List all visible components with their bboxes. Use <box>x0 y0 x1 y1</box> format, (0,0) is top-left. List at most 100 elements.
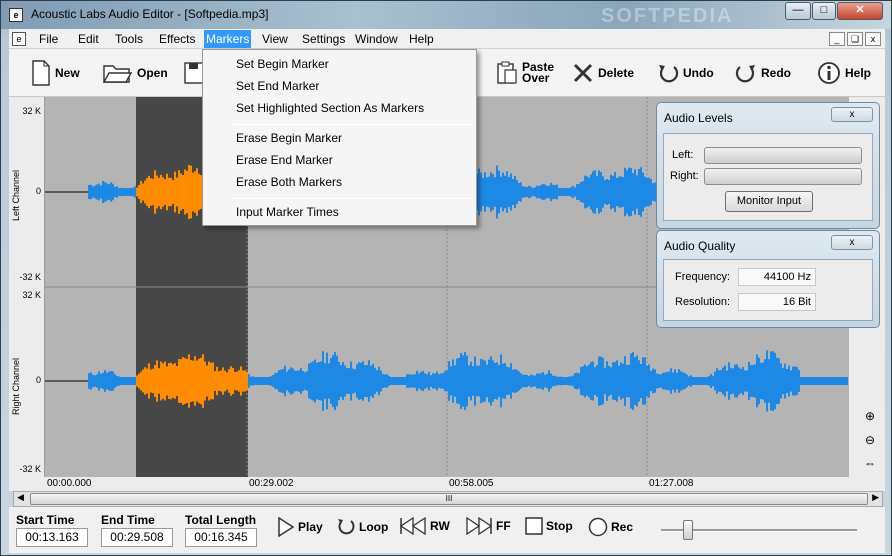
menu-file[interactable]: File <box>39 32 58 46</box>
monitor-input-button[interactable]: Monitor Input <box>725 191 813 212</box>
undo-button[interactable]: Undo <box>657 59 714 87</box>
start-time-group: Start Time 00:13.163 <box>16 513 88 547</box>
fast-forward-label: FF <box>496 519 511 533</box>
timeline-label: 00:29.002 <box>249 478 294 489</box>
end-time-field[interactable]: 00:29.508 <box>101 528 173 547</box>
horizontal-scrollbar[interactable]: ◀ III ▶ <box>13 491 883 507</box>
save-button[interactable] <box>184 59 204 87</box>
menu-settings[interactable]: Settings <box>302 32 345 46</box>
transport-bar: Start Time 00:13.163 End Time 00:29.508 … <box>9 507 885 553</box>
open-button[interactable]: Open <box>103 59 168 87</box>
paste-over-button[interactable]: Paste Over <box>496 59 554 87</box>
start-time-label: Start Time <box>16 513 75 527</box>
delete-x-icon <box>573 63 593 83</box>
menu-item-input-marker-times[interactable]: Input Marker Times <box>236 205 339 219</box>
rewind-button[interactable]: RW <box>399 517 450 535</box>
audio-levels-panel: Audio Levels x Left: Right: Monitor Inpu… <box>656 102 880 229</box>
audio-quality-close-button[interactable]: x <box>831 235 873 250</box>
markers-dropdown-menu: Set Begin Marker Set End Marker Set High… <box>202 49 477 226</box>
scroll-left-arrow-icon[interactable]: ◀ <box>17 492 24 503</box>
close-button[interactable]: ✕ <box>837 2 883 20</box>
frequency-field: 44100 Hz <box>738 268 816 286</box>
window-title: Acoustic Labs Audio Editor - [Softpedia.… <box>31 7 269 21</box>
redo-button[interactable]: Redo <box>735 59 791 87</box>
menu-edit[interactable]: Edit <box>78 32 99 46</box>
left-scale-mid: 0 <box>35 186 41 196</box>
timeline-label: 01:27.008 <box>649 478 694 489</box>
stop-button[interactable]: Stop <box>525 517 573 535</box>
new-label: New <box>55 66 80 80</box>
play-button[interactable]: Play <box>277 517 323 537</box>
menu-separator <box>233 198 473 199</box>
volume-slider-thumb[interactable] <box>683 520 693 540</box>
menu-window[interactable]: Window <box>355 32 398 46</box>
delete-button[interactable]: Delete <box>572 59 634 87</box>
right-level-label: Right: <box>670 170 699 182</box>
menu-tools[interactable]: Tools <box>115 32 143 46</box>
right-channel-label: Right Channel <box>11 357 21 415</box>
end-time-group: End Time 00:29.508 <box>101 513 173 547</box>
audio-levels-close-button[interactable]: x <box>831 107 873 122</box>
play-label: Play <box>298 520 323 534</box>
fast-forward-icon <box>466 517 493 535</box>
menu-item-set-begin-marker[interactable]: Set Begin Marker <box>236 57 329 71</box>
paste-icon <box>497 61 517 84</box>
timeline-label: 00:00.000 <box>47 478 92 489</box>
delete-label: Delete <box>598 66 635 80</box>
frequency-label: Frequency: <box>675 271 731 283</box>
record-button[interactable]: Rec <box>588 517 633 537</box>
total-length-field: 00:16.345 <box>185 528 257 547</box>
app-icon: e <box>9 8 23 22</box>
audio-quality-title: Audio Quality <box>664 239 736 253</box>
open-folder-icon <box>103 65 133 83</box>
right-scale-mid: 0 <box>35 375 41 385</box>
zoom-in-icon[interactable]: ⊕ <box>861 409 879 427</box>
record-label: Rec <box>611 520 634 534</box>
loop-icon <box>338 519 355 535</box>
fast-forward-button[interactable]: FF <box>465 517 511 535</box>
scroll-thumb[interactable]: III <box>30 493 868 505</box>
resolution-label: Resolution: <box>675 296 731 308</box>
menu-item-set-end-marker[interactable]: Set End Marker <box>236 79 319 93</box>
save-disk-icon <box>184 62 204 84</box>
start-time-field[interactable]: 00:13.163 <box>16 528 88 547</box>
left-channel-label: Left Channel <box>11 169 21 221</box>
menu-item-erase-begin-marker[interactable]: Erase Begin Marker <box>236 131 342 145</box>
right-level-meter <box>704 168 862 185</box>
scroll-right-arrow-icon[interactable]: ▶ <box>872 492 879 503</box>
menu-bar: e File Edit Tools Effects Markers View S… <box>9 29 885 49</box>
menu-item-set-highlighted-as-markers[interactable]: Set Highlighted Section As Markers <box>236 101 424 115</box>
open-label: Open <box>137 66 168 80</box>
audio-levels-body: Left: Right: Monitor Input <box>663 133 873 221</box>
stop-icon <box>525 517 543 535</box>
menu-view[interactable]: View <box>262 32 288 46</box>
mdi-restore-button[interactable]: ❏ <box>847 32 863 46</box>
left-scale-bottom: -32 K <box>19 272 41 282</box>
menu-separator <box>233 124 473 125</box>
menu-item-erase-both-markers[interactable]: Erase Both Markers <box>236 175 342 189</box>
mdi-close-button[interactable]: x <box>865 32 881 46</box>
timeline-ruler: 00:00.000 00:29.002 00:58.005 01:27.008 <box>9 477 885 491</box>
zoom-fit-icon[interactable]: ⇔ <box>861 456 879 474</box>
menu-item-erase-end-marker[interactable]: Erase End Marker <box>236 153 333 167</box>
menu-help[interactable]: Help <box>409 32 434 46</box>
help-button[interactable]: Help <box>817 59 871 87</box>
watermark: SOFTPEDIA <box>601 5 734 27</box>
stop-label: Stop <box>546 519 573 533</box>
paste-over-label-line2: Over <box>522 71 550 85</box>
maximize-button[interactable]: □ <box>812 2 836 20</box>
total-length-group: Total Length 00:16.345 <box>185 513 257 547</box>
minimize-button[interactable]: — <box>785 2 811 20</box>
new-button[interactable]: New <box>31 59 80 87</box>
left-scale-top: 32 K <box>22 106 41 116</box>
menu-markers[interactable]: Markers <box>204 30 252 48</box>
redo-arrow-icon <box>735 65 755 83</box>
loop-label: Loop <box>359 520 389 534</box>
document-icon[interactable]: e <box>12 32 26 46</box>
menu-effects[interactable]: Effects <box>159 32 195 46</box>
rewind-label: RW <box>430 519 450 533</box>
mdi-minimize-button[interactable]: _ <box>829 32 845 46</box>
zoom-out-icon[interactable]: ⊖ <box>861 433 879 451</box>
end-time-label: End Time <box>101 513 155 527</box>
loop-button[interactable]: Loop <box>336 517 388 537</box>
